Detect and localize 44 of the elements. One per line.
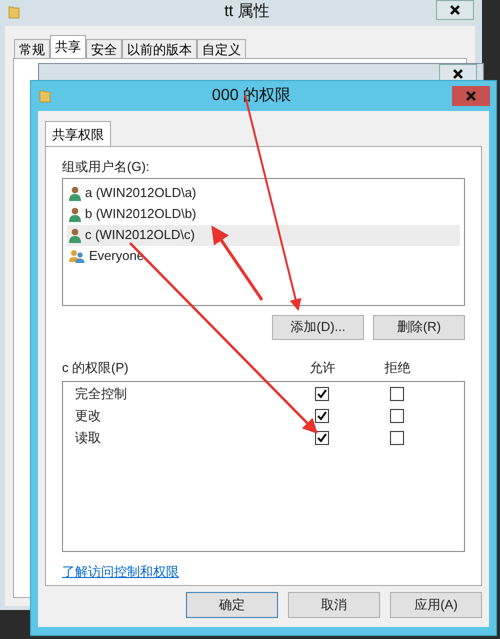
permissions-label: c 的权限(P) <box>62 358 130 377</box>
user-icon <box>69 186 81 200</box>
checkmark-icon <box>316 389 326 399</box>
window-title: tt 属性 <box>224 2 270 22</box>
tab[interactable]: 共享 <box>50 35 86 58</box>
checkbox[interactable] <box>390 431 404 445</box>
tab[interactable]: 常规 <box>14 39 50 58</box>
user-icon <box>69 228 81 242</box>
checkbox[interactable] <box>314 387 328 401</box>
permission-name: 完全控制 <box>75 385 128 404</box>
tab[interactable]: 共享权限 <box>45 121 111 146</box>
checkbox[interactable] <box>390 409 404 423</box>
column-header: 允许 <box>308 358 336 376</box>
dialog-button[interactable]: 取消 <box>288 592 380 618</box>
tab[interactable]: 安全 <box>86 39 122 58</box>
permission-name: 更改 <box>75 407 102 426</box>
checkbox[interactable] <box>314 431 328 445</box>
tab[interactable]: 自定义 <box>197 39 246 58</box>
folder-icon <box>39 89 51 103</box>
close-button[interactable] <box>436 0 474 20</box>
list-button[interactable]: 添加(D)... <box>272 314 364 340</box>
user-item[interactable]: b (WIN2012OLD\b) <box>67 204 460 224</box>
group-icon <box>69 249 85 263</box>
help-link[interactable]: 了解访问控制和权限 <box>62 562 465 582</box>
close-icon <box>449 4 461 16</box>
close-icon <box>465 90 477 102</box>
checkmark-icon <box>316 433 326 443</box>
folder-icon <box>8 5 20 19</box>
checkmark-icon <box>316 411 326 421</box>
permission-name: 读取 <box>75 429 102 448</box>
checkbox[interactable] <box>390 387 404 401</box>
dialog-title: 000 的权限 <box>210 86 292 106</box>
tab[interactable]: 以前的版本 <box>122 39 197 58</box>
user-item[interactable]: c (WIN2012OLD\c) <box>67 224 460 246</box>
close-icon <box>452 68 464 80</box>
dialog-button[interactable]: 应用(A) <box>390 592 482 618</box>
column-header: 拒绝 <box>384 358 412 376</box>
list-button[interactable]: 删除(R) <box>373 314 465 340</box>
group-label: 组或用户名(G): <box>62 158 150 176</box>
dialog-button[interactable]: 确定 <box>186 592 278 618</box>
user-item[interactable]: a (WIN2012OLD\a) <box>67 182 460 204</box>
user-item[interactable]: Everyone <box>67 246 460 266</box>
user-icon <box>69 206 81 222</box>
checkbox[interactable] <box>314 409 328 423</box>
